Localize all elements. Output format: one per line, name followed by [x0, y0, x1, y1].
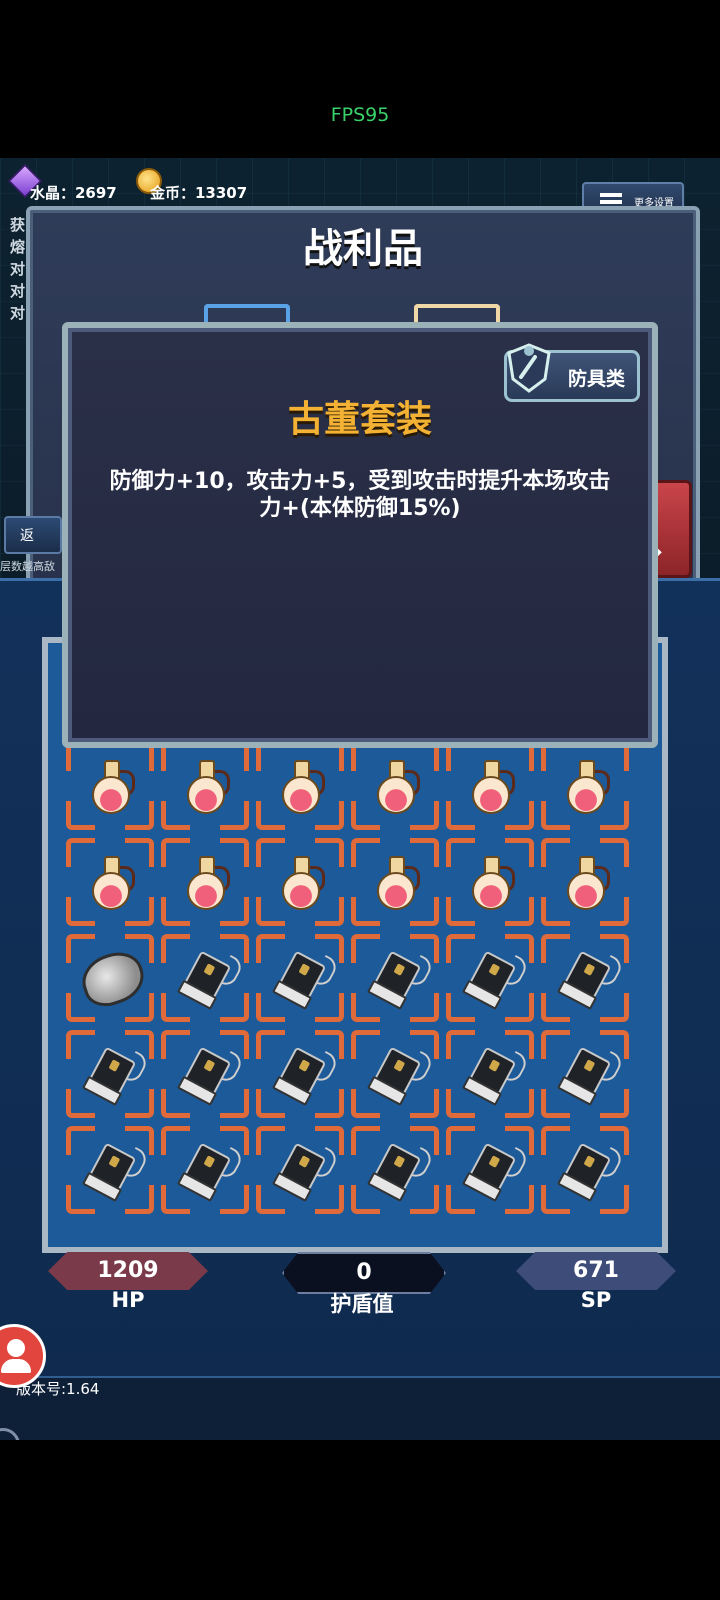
- inventory-slot[interactable]: [256, 1030, 344, 1118]
- inventory-slot[interactable]: [66, 1126, 154, 1214]
- potion-icon: [375, 856, 420, 910]
- sp-value: 671: [516, 1252, 676, 1290]
- crystal-count: 水晶：2697: [30, 184, 117, 202]
- inventory-slot[interactable]: [256, 934, 344, 1022]
- hp-label: HP: [111, 1288, 145, 1312]
- side-log: 获 熔 对 对 对: [10, 214, 25, 324]
- inventory-slot[interactable]: [541, 742, 629, 830]
- armor-category-icon: [507, 343, 551, 393]
- user-icon: [1, 1339, 31, 1373]
- item-description: 防御力+10，攻击力+5，受到攻击时提升本场攻击力+(本体防御15%): [109, 469, 611, 521]
- potion-icon: [185, 760, 230, 814]
- inventory-slot[interactable]: [446, 1126, 534, 1214]
- inventory-slot[interactable]: [541, 1030, 629, 1118]
- potion-icon: [565, 760, 610, 814]
- side-log-line: 对: [10, 260, 26, 278]
- inventory-slot[interactable]: [256, 742, 344, 830]
- inventory-slot[interactable]: [66, 838, 154, 926]
- potion-icon: [280, 760, 325, 814]
- return-button[interactable]: 返: [4, 516, 62, 554]
- side-log-line: 对: [10, 282, 26, 300]
- potion-icon: [90, 856, 135, 910]
- inventory-slot[interactable]: [351, 1126, 439, 1214]
- bottom-bar: [0, 1376, 720, 1440]
- inventory-slot[interactable]: [66, 742, 154, 830]
- inventory-slot[interactable]: [66, 934, 154, 1022]
- side-log-line: 对: [10, 304, 26, 322]
- potion-icon: [185, 856, 230, 910]
- potion-icon: [375, 760, 420, 814]
- inventory-slot[interactable]: [446, 934, 534, 1022]
- inventory-slot[interactable]: [541, 934, 629, 1022]
- potion-icon: [470, 856, 515, 910]
- inventory-slot[interactable]: [351, 1030, 439, 1118]
- inventory-slot[interactable]: [541, 838, 629, 926]
- inventory-slot[interactable]: [446, 838, 534, 926]
- potion-icon: [90, 760, 135, 814]
- category-label: 防具类: [567, 368, 625, 390]
- item-name: 古董套装: [287, 399, 432, 440]
- inventory-slot[interactable]: [446, 742, 534, 830]
- inventory-slot[interactable]: [161, 742, 249, 830]
- side-log-line: 获: [10, 216, 26, 234]
- side-log-line: 熔: [10, 238, 26, 256]
- floor-note: 层数越高敌: [0, 560, 55, 573]
- inventory-slot[interactable]: [256, 1126, 344, 1214]
- sp-label: SP: [580, 1288, 612, 1312]
- inventory-slot[interactable]: [161, 934, 249, 1022]
- inventory-slot[interactable]: [541, 1126, 629, 1214]
- inventory-slot[interactable]: [351, 742, 439, 830]
- inventory-slot[interactable]: [161, 1030, 249, 1118]
- gold-count: 金币：13307: [150, 184, 248, 202]
- game-screen: 水晶：2697 金币：13307 更多设置 获 熔 对 对 对 战利品 返 层数…: [0, 158, 720, 1440]
- loot-title: 战利品: [303, 226, 423, 272]
- inventory-slot[interactable]: [351, 838, 439, 926]
- potion-icon: [280, 856, 325, 910]
- potion-icon: [470, 760, 515, 814]
- hp-value: 1209: [48, 1252, 208, 1290]
- item-detail-popup: 防具类 古董套装 防御力+10，攻击力+5，受到攻击时提升本场攻击力+(本体防御…: [62, 322, 658, 748]
- inventory-slot[interactable]: [446, 1030, 534, 1118]
- inventory-slot[interactable]: [66, 1030, 154, 1118]
- inventory-slot[interactable]: [351, 934, 439, 1022]
- inventory-slot[interactable]: [161, 838, 249, 926]
- shield-label: 护盾值: [330, 1292, 394, 1316]
- inventory-grid: [66, 742, 629, 1214]
- inventory-slot[interactable]: [256, 838, 344, 926]
- fps-counter: FPS95: [330, 104, 390, 126]
- inventory-slot[interactable]: [161, 1126, 249, 1214]
- potion-icon: [565, 856, 610, 910]
